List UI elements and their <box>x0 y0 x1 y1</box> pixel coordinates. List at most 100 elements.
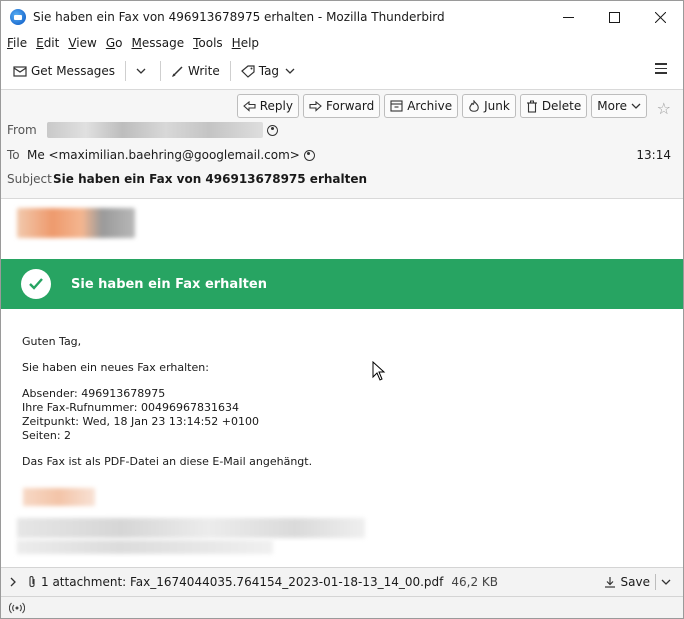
online-status-icon[interactable] <box>9 602 25 614</box>
chevron-down-icon <box>136 68 146 74</box>
intro-text: Sie haben ein neues Fax erhalten: <box>22 361 209 374</box>
menu-message-label: essage <box>141 36 185 50</box>
message-time: 13:14 <box>636 148 671 162</box>
forward-icon <box>309 100 322 112</box>
get-messages-button[interactable]: Get Messages <box>9 59 119 83</box>
toolbar-separator <box>229 61 231 81</box>
hamburger-icon-line <box>655 72 667 74</box>
menu-help-label: elp <box>240 36 260 50</box>
to-value[interactable]: Me <maximilian.baehring@googlemail.com> <box>27 148 300 162</box>
menu-edit-label: dit <box>43 36 60 50</box>
archive-icon <box>390 100 403 112</box>
menu-tools-label: ools <box>198 36 223 50</box>
from-value-redacted <box>47 122 263 138</box>
minimize-icon <box>562 16 574 18</box>
menu-go-label: o <box>115 36 123 50</box>
pencil-icon <box>172 65 183 77</box>
hamburger-icon-line <box>655 67 667 69</box>
from-label: From <box>7 123 37 137</box>
get-messages-dropdown[interactable] <box>132 59 154 83</box>
subject-label: Subject <box>7 172 52 186</box>
menu-message[interactable]: Message <box>131 36 184 50</box>
menu-view[interactable]: View <box>68 36 96 50</box>
save-label: Save <box>620 575 650 589</box>
menu-go-accel: G <box>105 36 116 50</box>
pages-line: Seiten: 2 <box>22 429 72 442</box>
chevron-down-icon <box>285 68 295 74</box>
maximize-button[interactable] <box>591 1 637 33</box>
chevron-down-icon[interactable] <box>661 578 671 586</box>
delete-button[interactable]: Delete <box>519 94 588 118</box>
checkmark-icon <box>21 269 51 299</box>
menu-go[interactable]: Go <box>106 36 123 50</box>
fax-number-line: Ihre Fax-Rufnummer: 00496967831634 <box>22 401 239 414</box>
window-title: Sie haben ein Fax von 496913678975 erhal… <box>33 10 445 24</box>
forward-button[interactable]: Forward <box>302 94 381 118</box>
menu-file-label: ile <box>13 36 28 50</box>
sender-line: Absender: 496913678975 <box>22 387 166 400</box>
close-button[interactable] <box>637 1 683 33</box>
menu-help-accel: H <box>231 36 241 50</box>
reply-icon <box>242 100 256 112</box>
more-button[interactable]: More <box>591 94 647 118</box>
archive-label: Archive <box>407 99 453 113</box>
to-row: To Me <maximilian.baehring@googlemail.co… <box>7 148 315 162</box>
close-icon <box>654 11 666 23</box>
message-actions: Reply Forward Archive Junk Delete More <box>233 94 647 118</box>
write-button[interactable]: Write <box>167 59 224 83</box>
attachment-summary[interactable]: 1 attachment: Fax_1674044035.764154_2023… <box>41 575 443 589</box>
more-label: More <box>597 99 627 113</box>
thunderbird-logo-icon <box>10 9 26 25</box>
window-controls <box>545 1 683 33</box>
chevron-down-icon <box>631 103 641 109</box>
menu-view-label: iew <box>76 36 97 50</box>
reply-button[interactable]: Reply <box>236 94 299 118</box>
contact-icon[interactable] <box>267 124 278 136</box>
hamburger-icon <box>655 63 667 65</box>
message-header: Reply Forward Archive Junk Delete More ☆… <box>1 89 683 199</box>
contact-icon[interactable] <box>303 149 315 161</box>
save-button[interactable]: Save <box>604 574 671 590</box>
minimize-button[interactable] <box>545 1 591 33</box>
junk-button[interactable]: Junk <box>462 94 516 118</box>
junk-label: Junk <box>484 99 510 113</box>
toolbar-separator <box>160 61 162 81</box>
star-icon[interactable]: ☆ <box>657 99 671 118</box>
banner-title: Sie haben ein Fax erhalten <box>71 276 267 292</box>
footer-redacted <box>17 540 273 554</box>
get-messages-label: Get Messages <box>31 64 116 78</box>
app-menu-button[interactable] <box>655 63 667 75</box>
subject-row: Subject Sie haben ein Fax von 4969136789… <box>7 172 367 186</box>
forward-label: Forward <box>325 99 375 113</box>
timestamp-line: Zeitpunkt: Wed, 18 Jan 23 13:14:52 +0100 <box>22 415 260 428</box>
menu-help[interactable]: Help <box>232 36 259 50</box>
main-toolbar: Get Messages Write Tag <box>1 56 683 86</box>
menu-message-accel: M <box>131 36 142 50</box>
attachment-bar[interactable]: 1 attachment: Fax_1674044035.764154_2023… <box>1 567 683 596</box>
write-label: Write <box>188 64 220 78</box>
chevron-right-icon[interactable] <box>9 577 17 587</box>
menu-tools[interactable]: Tools <box>193 36 223 50</box>
delete-label: Delete <box>541 99 582 113</box>
menu-edit[interactable]: Edit <box>36 36 59 50</box>
download-icon <box>604 577 615 588</box>
tag-button[interactable]: Tag <box>237 59 303 83</box>
archive-button[interactable]: Archive <box>384 94 459 118</box>
message-body: Sie haben ein Fax erhalten Guten Tag, Si… <box>1 200 683 566</box>
status-bar <box>1 596 683 618</box>
footer-redacted <box>17 518 365 538</box>
menu-file[interactable]: File <box>7 36 27 50</box>
mouse-pointer-icon <box>372 361 386 381</box>
thunderbird-window: Sie haben ein Fax von 496913678975 erhal… <box>0 0 684 619</box>
fax-banner: Sie haben ein Fax erhalten <box>1 259 683 309</box>
trash-icon <box>526 100 537 113</box>
attachment-size: 46,2 KB <box>451 575 499 589</box>
sender-logo-redacted <box>17 208 135 238</box>
maximize-icon <box>608 11 620 23</box>
tag-icon <box>240 64 255 78</box>
signature-redacted <box>23 488 95 506</box>
toolbar-separator <box>125 61 127 81</box>
attachment-note: Das Fax ist als PDF-Datei an diese E-Mai… <box>22 455 313 468</box>
from-row: From <box>7 122 278 138</box>
menu-bar: File Edit View Go Message Tools Help <box>1 33 683 53</box>
